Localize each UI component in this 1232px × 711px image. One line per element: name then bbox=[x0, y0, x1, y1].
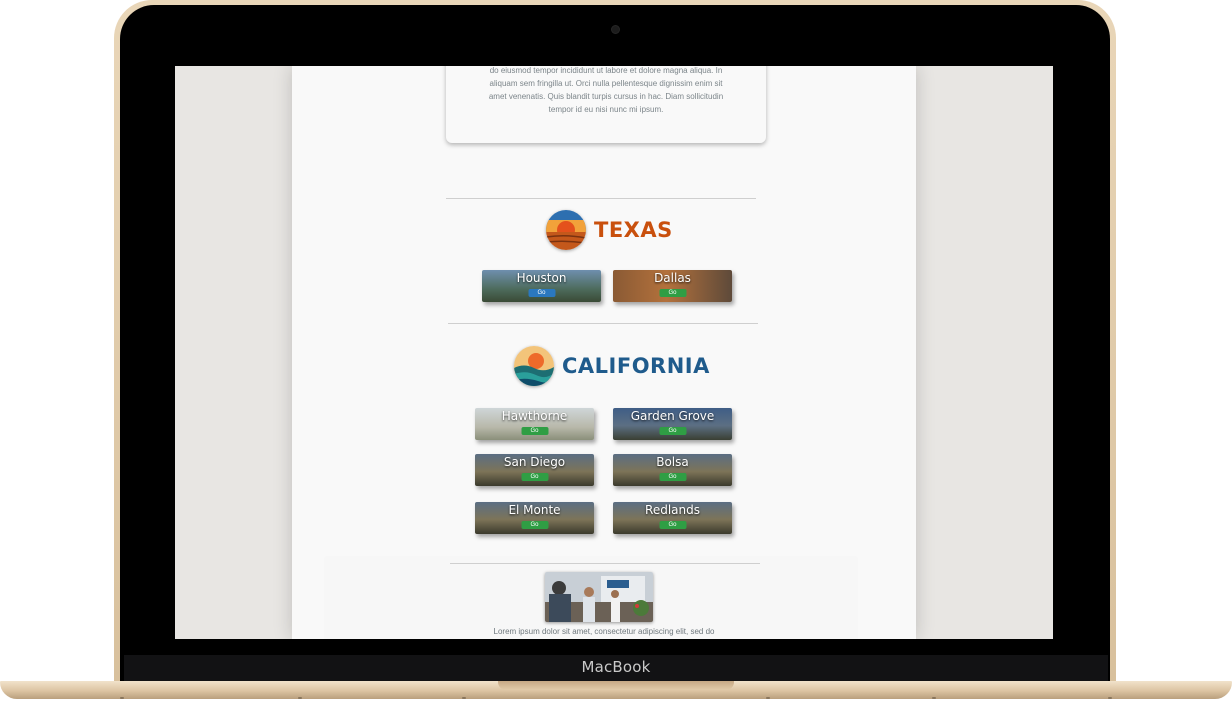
go-button[interactable]: Go bbox=[521, 473, 548, 481]
location-tile-redlands[interactable]: Redlands Go bbox=[613, 502, 732, 534]
location-name: Bolsa bbox=[656, 455, 689, 469]
intro-card-text: do eiusmod tempor incididunt ut labore e… bbox=[488, 66, 724, 114]
go-button[interactable]: Go bbox=[659, 427, 686, 435]
location-name: Houston bbox=[516, 271, 567, 285]
go-button[interactable]: Go bbox=[521, 427, 548, 435]
footer-text: Lorem ipsum dolor sit amet, consectetur … bbox=[493, 627, 715, 636]
texas-header: TEXAS bbox=[546, 210, 673, 250]
location-name: El Monte bbox=[508, 503, 561, 517]
california-title: CALIFORNIA bbox=[562, 354, 710, 378]
go-button[interactable]: Go bbox=[659, 289, 686, 297]
camera-icon bbox=[612, 26, 619, 33]
base-foot bbox=[932, 697, 936, 699]
location-tile-hawthorne[interactable]: Hawthorne Go bbox=[475, 408, 594, 440]
laptop-notch bbox=[498, 681, 734, 690]
texas-title: TEXAS bbox=[594, 218, 673, 242]
go-button[interactable]: Go bbox=[659, 521, 686, 529]
section-divider bbox=[450, 563, 760, 564]
location-name: Hawthorne bbox=[501, 409, 568, 423]
brand-label: MacBook bbox=[581, 658, 651, 676]
location-tile-el-monte[interactable]: El Monte Go bbox=[475, 502, 594, 534]
location-name: Dallas bbox=[654, 271, 691, 285]
location-name: Redlands bbox=[645, 503, 700, 517]
location-tile-houston[interactable]: Houston Go bbox=[482, 270, 601, 302]
location-name: Garden Grove bbox=[630, 409, 715, 423]
section-divider bbox=[446, 198, 756, 199]
location-name: San Diego bbox=[503, 455, 566, 469]
base-foot bbox=[766, 697, 770, 699]
base-foot bbox=[298, 697, 302, 699]
go-button[interactable]: Go bbox=[528, 289, 555, 297]
sunset-icon bbox=[546, 210, 586, 250]
california-header: CALIFORNIA bbox=[514, 346, 710, 386]
section-divider bbox=[448, 323, 758, 324]
location-tile-dallas[interactable]: Dallas Go bbox=[613, 270, 732, 302]
ocean-sunset-icon bbox=[514, 346, 554, 386]
base-foot bbox=[1108, 697, 1112, 699]
base-foot bbox=[120, 697, 124, 699]
office-photo bbox=[545, 572, 653, 622]
location-tile-garden-grove[interactable]: Garden Grove Go bbox=[613, 408, 732, 440]
web-page: do eiusmod tempor incididunt ut labore e… bbox=[292, 66, 916, 639]
go-button[interactable]: Go bbox=[659, 473, 686, 481]
base-foot bbox=[462, 697, 466, 699]
intro-card: do eiusmod tempor incididunt ut labore e… bbox=[446, 66, 766, 143]
screen: do eiusmod tempor incididunt ut labore e… bbox=[175, 66, 1053, 639]
location-tile-bolsa[interactable]: Bolsa Go bbox=[613, 454, 732, 486]
location-tile-san-diego[interactable]: San Diego Go bbox=[475, 454, 594, 486]
go-button[interactable]: Go bbox=[521, 521, 548, 529]
